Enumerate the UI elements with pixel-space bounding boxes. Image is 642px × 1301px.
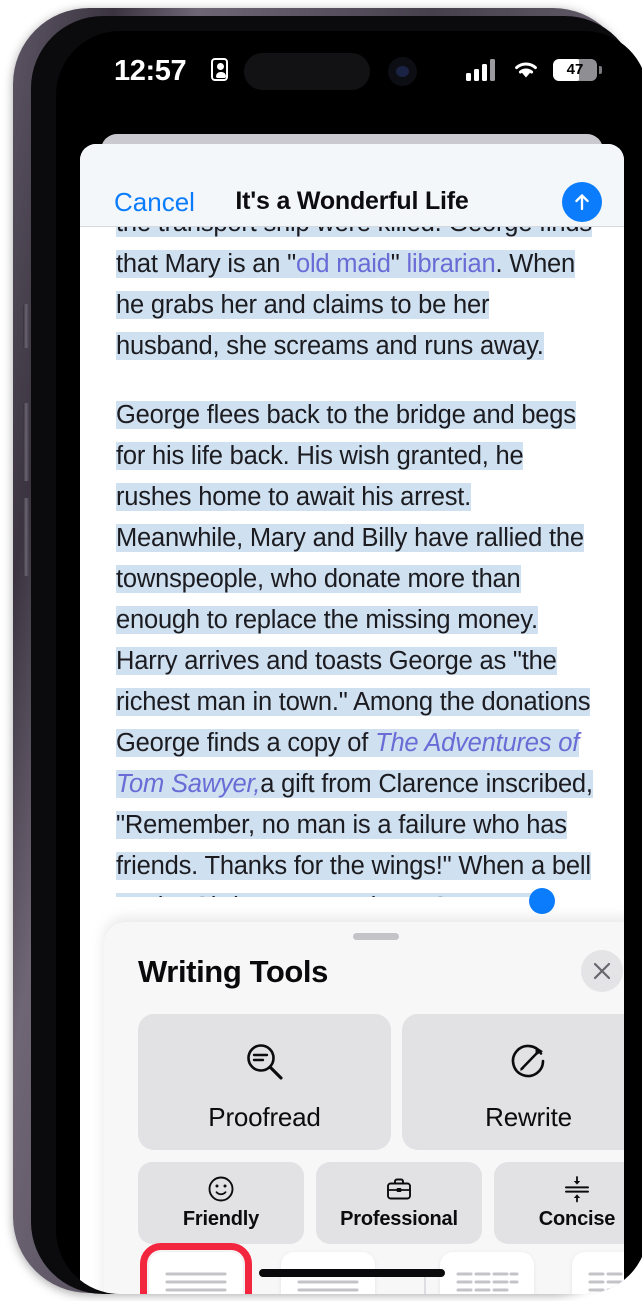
writing-tools-panel: Writing Tools Proofread Rewrite Friendly… (104, 922, 624, 1294)
professional-button[interactable]: Professional (316, 1162, 482, 1244)
p1-mid: " (390, 250, 407, 278)
id-card-icon (211, 58, 228, 81)
close-button[interactable] (581, 950, 623, 992)
volume-down-button[interactable] (23, 498, 29, 576)
navigation-bar: Cancel It's a Wonderful Life (80, 144, 624, 227)
battery-cap-icon (599, 66, 602, 74)
home-indicator[interactable] (259, 1269, 445, 1277)
rewrite-label: Rewrite (485, 1102, 572, 1132)
status-bar: 12:57 47 (56, 31, 642, 119)
panel-title: Writing Tools (138, 954, 328, 989)
professional-label: Professional (340, 1208, 458, 1230)
article-scroll-area[interactable]: the transport ship were killed. George f… (80, 227, 624, 897)
friendly-label: Friendly (182, 1208, 260, 1230)
summary-doc-icon (149, 1252, 243, 1294)
article-paragraph-2: George flees back to the bridge and begs… (116, 395, 596, 897)
arrow-up-icon (575, 194, 589, 211)
phone-bezel: 12:57 47 Cancel It's a Wonderful Life th… (31, 16, 642, 1294)
friendly-button[interactable]: Friendly (138, 1162, 304, 1244)
rewrite-arrow-pencil-icon (507, 1040, 551, 1089)
page-title: It's a Wonderful Life (235, 187, 469, 215)
article-paragraph-1: the transport ship were killed. George f… (116, 227, 596, 367)
smiley-face-icon (207, 1175, 235, 1208)
concise-button[interactable]: Concise (494, 1162, 624, 1244)
briefcase-icon (385, 1175, 413, 1208)
proofread-label: Proofread (208, 1102, 321, 1132)
p2-part-a: George flees back to the bridge and begs… (116, 401, 591, 757)
panel-grabber-handle[interactable] (353, 933, 399, 940)
status-bar-time: 12:57 (114, 55, 187, 87)
screen: 12:57 47 Cancel It's a Wonderful Life th… (56, 31, 642, 1294)
front-camera-icon (388, 57, 417, 86)
magnifier-text-icon (243, 1040, 287, 1089)
card-divider (424, 1274, 426, 1294)
proofread-button[interactable]: Proofread (138, 1014, 391, 1150)
link-librarian[interactable]: librarian (406, 250, 496, 278)
volume-up-button[interactable] (23, 403, 29, 481)
dynamic-island (244, 53, 370, 90)
battery-level-label: 47 (566, 61, 584, 78)
list-doc-icon (440, 1252, 534, 1294)
table-doc-icon (572, 1252, 624, 1294)
concise-label: Concise (538, 1208, 616, 1230)
send-button[interactable] (562, 182, 602, 222)
selection-end-handle[interactable] (529, 888, 555, 914)
close-icon (593, 962, 611, 980)
phone-frame: 12:57 47 Cancel It's a Wonderful Life th… (13, 8, 642, 1294)
link-old-maid[interactable]: old maid (295, 250, 391, 278)
article-text[interactable]: the transport ship were killed. George f… (116, 227, 596, 897)
cellular-signal-icon (466, 59, 500, 81)
share-sheet: Cancel It's a Wonderful Life the transpo… (80, 144, 624, 1294)
battery-icon: 47 (553, 59, 597, 81)
compress-arrows-icon (563, 1175, 591, 1208)
rewrite-button[interactable]: Rewrite (402, 1014, 624, 1150)
action-button[interactable] (23, 304, 29, 348)
wifi-icon (515, 62, 537, 78)
